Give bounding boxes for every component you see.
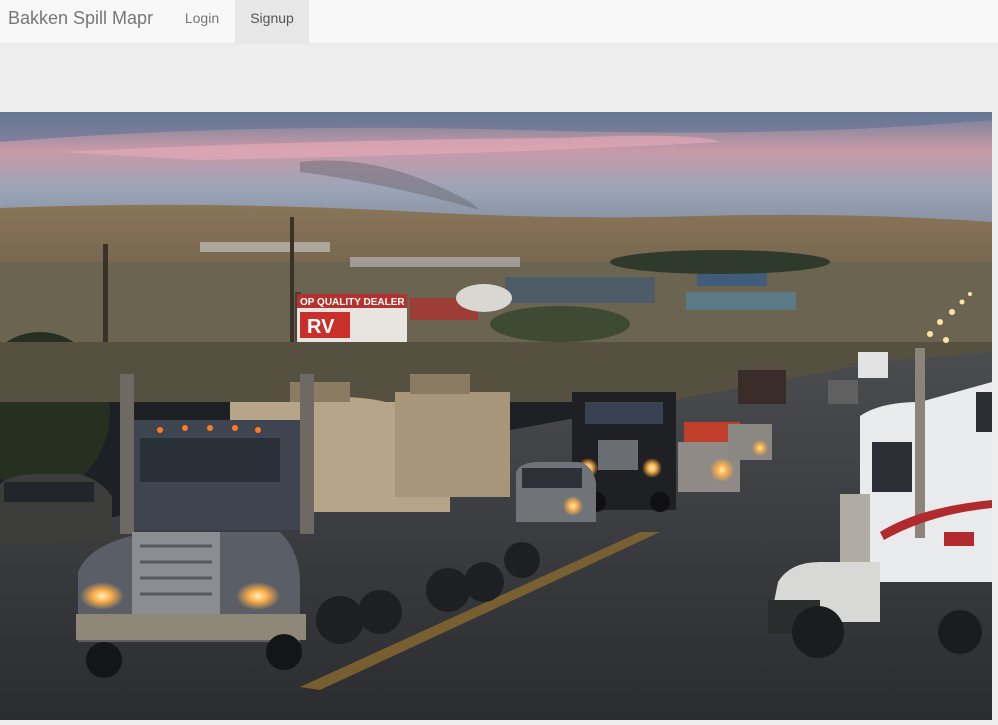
nav-signup-link[interactable]: Signup [235, 0, 309, 43]
nav-login-link[interactable]: Login [169, 0, 235, 43]
page-header-strip [0, 64, 998, 112]
top-navbar: Bakken Spill Mapr Login Signup [0, 0, 998, 44]
billboard-line1: OP QUALITY DEALER [300, 297, 405, 308]
hero-image: OP QUALITY DEALER RV [0, 112, 992, 720]
billboard-line2: RV [307, 316, 335, 338]
oil-trucks-highway-photo: OP QUALITY DEALER RV [0, 112, 992, 720]
brand-link[interactable]: Bakken Spill Mapr [8, 0, 153, 36]
